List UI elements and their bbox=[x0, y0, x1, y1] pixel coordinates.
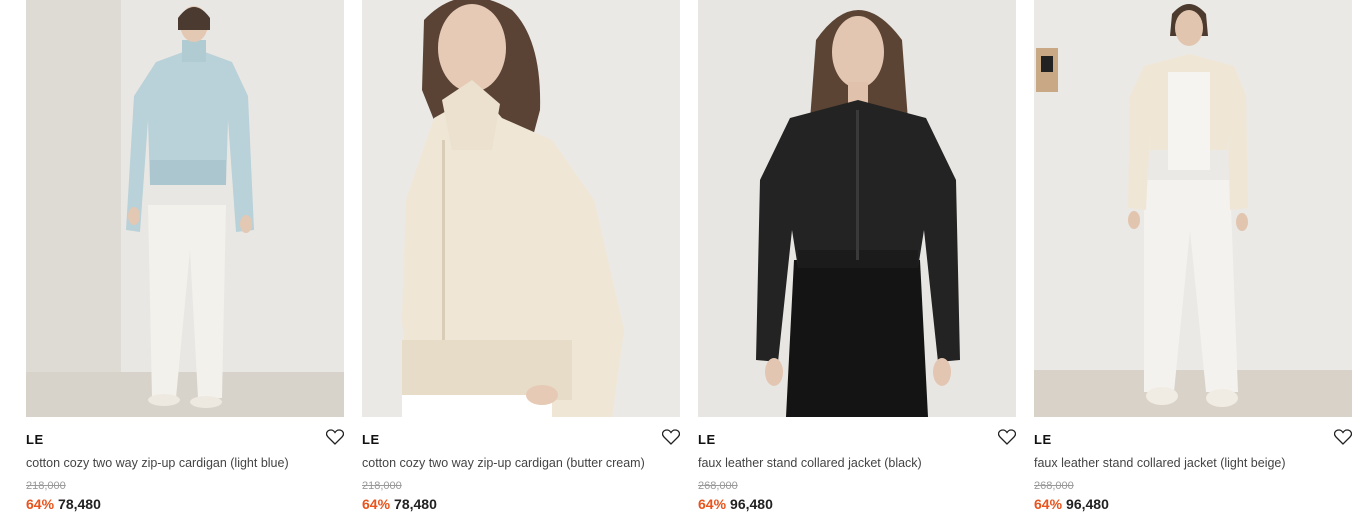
sale-price: 96,480 bbox=[1066, 496, 1109, 512]
product-card[interactable]: LE cotton cozy two way zip-up cardigan (… bbox=[362, 0, 680, 518]
brand-name[interactable]: LE bbox=[1034, 432, 1052, 447]
brand-name[interactable]: LE bbox=[698, 432, 716, 447]
discount-rate: 64% bbox=[26, 496, 55, 512]
sale-price: 78,480 bbox=[58, 496, 101, 512]
price-row: 64% 96,480 bbox=[698, 496, 773, 512]
sale-price: 96,480 bbox=[730, 496, 773, 512]
product-image[interactable] bbox=[362, 0, 680, 417]
product-card[interactable]: LE cotton cozy two way zip-up cardigan (… bbox=[26, 0, 344, 518]
discount-rate: 64% bbox=[1034, 496, 1063, 512]
discount-rate: 64% bbox=[698, 496, 727, 512]
original-price: 268,000 bbox=[1034, 480, 1074, 492]
heart-outline-icon[interactable] bbox=[998, 429, 1016, 445]
original-price: 218,000 bbox=[362, 480, 402, 492]
product-card[interactable]: LE faux leather stand collared jacket (b… bbox=[698, 0, 1016, 518]
discount-rate: 64% bbox=[362, 496, 391, 512]
sale-price: 78,480 bbox=[394, 496, 437, 512]
product-name[interactable]: faux leather stand collared jacket (blac… bbox=[698, 456, 922, 470]
product-name[interactable]: cotton cozy two way zip-up cardigan (but… bbox=[362, 456, 645, 470]
brand-name[interactable]: LE bbox=[362, 432, 380, 447]
product-name[interactable]: cotton cozy two way zip-up cardigan (lig… bbox=[26, 456, 289, 470]
heart-outline-icon[interactable] bbox=[326, 429, 344, 445]
product-name[interactable]: faux leather stand collared jacket (ligh… bbox=[1034, 456, 1286, 470]
product-grid: LE cotton cozy two way zip-up cardigan (… bbox=[0, 0, 1361, 518]
product-card[interactable]: LE faux leather stand collared jacket (l… bbox=[1034, 0, 1352, 518]
heart-outline-icon[interactable] bbox=[1334, 429, 1352, 445]
product-image[interactable] bbox=[1034, 0, 1352, 417]
original-price: 268,000 bbox=[698, 480, 738, 492]
price-row: 64% 96,480 bbox=[1034, 496, 1109, 512]
price-row: 64% 78,480 bbox=[362, 496, 437, 512]
heart-outline-icon[interactable] bbox=[662, 429, 680, 445]
price-row: 64% 78,480 bbox=[26, 496, 101, 512]
brand-name[interactable]: LE bbox=[26, 432, 44, 447]
product-image[interactable] bbox=[698, 0, 1016, 417]
original-price: 218,000 bbox=[26, 480, 66, 492]
product-image[interactable] bbox=[26, 0, 344, 417]
